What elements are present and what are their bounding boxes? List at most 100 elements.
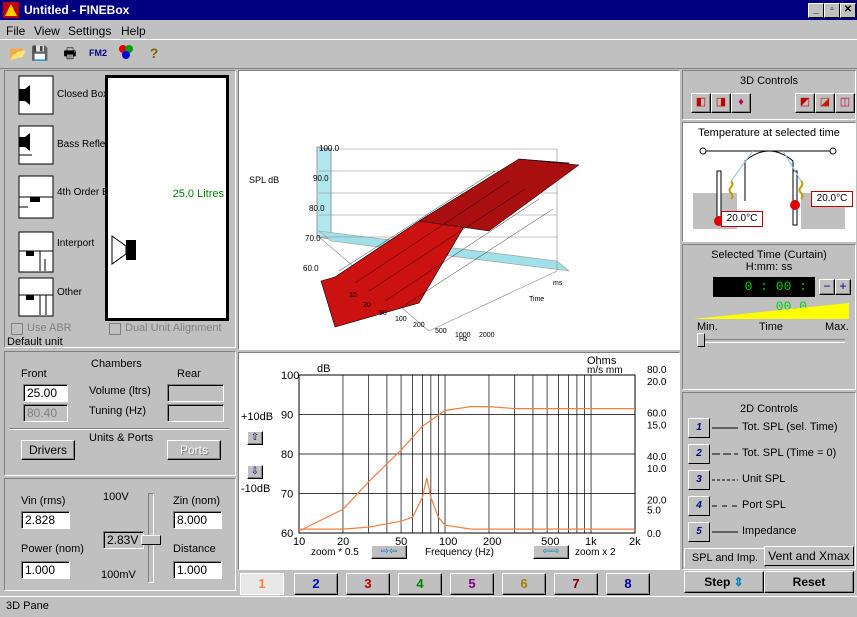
- rear-volume-input[interactable]: [167, 384, 224, 402]
- bandpass-icon[interactable]: [18, 175, 54, 219]
- curve-tab-2[interactable]: 2: [294, 573, 338, 595]
- plot3d-ground-label: ms: [553, 280, 563, 287]
- time-min-label: Min.: [697, 321, 718, 333]
- x-tick-label: 2k: [629, 536, 641, 548]
- legend-impedance-button[interactable]: 5: [688, 522, 710, 542]
- vin-input[interactable]: 2.828: [21, 511, 70, 529]
- enclosure-panel: Closed Box Bass Reflex 4th Order Bandpas…: [4, 70, 236, 348]
- curve-tab-4[interactable]: 4: [398, 573, 442, 595]
- curve-tab-7[interactable]: 7: [554, 573, 598, 595]
- curve-tab-3[interactable]: 3: [346, 573, 390, 595]
- bass-reflex-icon[interactable]: [18, 125, 54, 165]
- zoom-out-button[interactable]: ⇨⇦: [371, 545, 407, 559]
- plot-3d-pane[interactable]: 100.0 90.0 80.0 70.0 60.0 SPL dB 10 20 5…: [238, 70, 680, 350]
- save-icon[interactable]: 💾: [30, 43, 50, 63]
- use-abr-checkbox[interactable]: [11, 323, 23, 335]
- voltage-slider-thumb[interactable]: [141, 535, 161, 545]
- front-tuning-input[interactable]: 80.40: [23, 404, 68, 422]
- ports-button[interactable]: Ports: [167, 440, 221, 460]
- curve-tab-6[interactable]: 6: [502, 573, 546, 595]
- help-icon[interactable]: ?: [144, 43, 164, 63]
- closed-box-icon[interactable]: [18, 75, 54, 115]
- surface-mesh-icon[interactable]: ◩: [795, 93, 815, 113]
- chambers-panel: Chambers Front Rear 25.00 Volume (ltrs) …: [4, 351, 236, 476]
- step-button[interactable]: Step ⇕: [684, 571, 764, 593]
- restore-button[interactable]: ▫: [824, 3, 840, 18]
- zoom-in-button[interactable]: ⇦⇨: [533, 545, 569, 559]
- curve-tab-1[interactable]: 1: [240, 573, 284, 595]
- view-rotate-right-icon[interactable]: ◨: [711, 93, 731, 113]
- z-tick-90: 90.0: [313, 174, 329, 183]
- curve-tab-5[interactable]: 5: [450, 573, 494, 595]
- tab-spl-and-imp[interactable]: SPL and Imp.: [684, 548, 766, 568]
- curve-tab-8[interactable]: 8: [606, 573, 650, 595]
- menu-settings[interactable]: Settings: [68, 24, 111, 38]
- legend-tot-spl-button[interactable]: 1: [688, 418, 710, 438]
- time-time-label: Time: [759, 321, 784, 333]
- driver-icon: [111, 235, 136, 265]
- closed-box-label: Closed Box: [57, 89, 109, 100]
- legend-unit-spl-button[interactable]: 3: [688, 470, 710, 490]
- volume-display: 25.0 Litres: [172, 188, 224, 200]
- zin-input[interactable]: 8.000: [173, 511, 222, 529]
- menu-file[interactable]: File: [6, 24, 25, 38]
- menu-help[interactable]: Help: [121, 24, 146, 38]
- plot3d-ground-label: 10: [349, 292, 357, 299]
- front-volume-input[interactable]: 25.00: [23, 384, 68, 402]
- legend-port-spl-button[interactable]: 4: [688, 496, 710, 516]
- dual-unit-checkbox[interactable]: [109, 323, 121, 335]
- zoom-in-label: zoom x 2: [575, 547, 616, 558]
- plot3d-ground-label: Time: [529, 296, 544, 303]
- right-axis-inner-tick: 15.0: [647, 421, 667, 432]
- controls-3d-title: 3D Controls: [739, 75, 799, 87]
- right-axis-outer-tick: 80.0: [647, 365, 667, 376]
- right-axis-outer-tick: 0.0: [647, 529, 661, 540]
- app-icon: [3, 2, 19, 18]
- plot3d-ground-label: 500: [435, 328, 447, 335]
- tab-vent-and-xmax[interactable]: Vent and Xmax: [764, 546, 854, 566]
- distance-input[interactable]: 1.000: [173, 561, 222, 579]
- time-decrement-button[interactable]: −: [819, 279, 835, 295]
- minimize-button[interactable]: _: [808, 3, 824, 18]
- view-colour-icon[interactable]: ♦: [731, 93, 751, 113]
- x-tick-label: 10: [293, 536, 305, 548]
- z-axis-label: SPL dB: [249, 175, 279, 185]
- surface-shaded-icon[interactable]: ◪: [815, 93, 835, 113]
- temperature-panel: Temperature at selected time 20.0°C 20.0…: [682, 122, 856, 242]
- box-preview: 25.0 Litres: [105, 75, 229, 321]
- legend-label-tot-spl-t0: Tot. SPL (Time = 0): [742, 447, 837, 459]
- surface-contour-icon[interactable]: ◫: [835, 93, 855, 113]
- reset-button[interactable]: Reset: [764, 571, 854, 593]
- view-rotate-left-icon[interactable]: ◧: [691, 93, 711, 113]
- rear-tuning-input[interactable]: [167, 404, 224, 422]
- bass-reflex-label: Bass Reflex: [57, 139, 111, 150]
- menu-view[interactable]: View: [34, 24, 60, 38]
- time-increment-button[interactable]: +: [835, 279, 851, 295]
- time-slider-track[interactable]: [697, 339, 845, 343]
- distance-label: Distance: [173, 543, 216, 555]
- other-enclosure-icon[interactable]: [18, 277, 54, 317]
- right-axis-inner-tick: 5.0: [647, 506, 661, 517]
- legend-tot-spl-t0-button[interactable]: 2: [688, 444, 710, 464]
- fm2-export-icon[interactable]: FM2: [88, 43, 108, 63]
- open-folder-icon[interactable]: 📂: [8, 43, 28, 63]
- default-unit-label: Default unit: [7, 336, 63, 348]
- print-icon[interactable]: 🖶: [60, 43, 80, 63]
- interport-icon[interactable]: [18, 231, 54, 273]
- drivers-button[interactable]: Drivers: [21, 440, 75, 460]
- power-input[interactable]: 1.000: [21, 561, 70, 579]
- step-label: Step: [704, 575, 731, 589]
- color-settings-icon[interactable]: [116, 43, 136, 63]
- right-axis-inner-tick: 10.0: [647, 464, 667, 475]
- time-slider-thumb[interactable]: [697, 333, 705, 347]
- legend-line-4: [712, 505, 738, 507]
- plot-3d-surface: 100.0 90.0 80.0 70.0 60.0 SPL dB 10 20 5…: [249, 144, 580, 343]
- temperature-diagram: [693, 147, 845, 229]
- plot-2d-pane[interactable]: dB Ohms m/s mm +10dB ⇧ ⇩ -10dB 100 90 80 70…: [238, 352, 680, 570]
- legend-label-port-spl: Port SPL: [742, 499, 787, 511]
- dual-unit-label: Dual Unit Alignment: [125, 322, 222, 334]
- power-label: Power (nom): [21, 543, 84, 555]
- legend-line-1: [712, 427, 738, 429]
- signal-panel: Vin (rms) 2.828 100V 2.83V 100mV Power (…: [4, 478, 236, 591]
- close-button[interactable]: ✕: [840, 3, 856, 18]
